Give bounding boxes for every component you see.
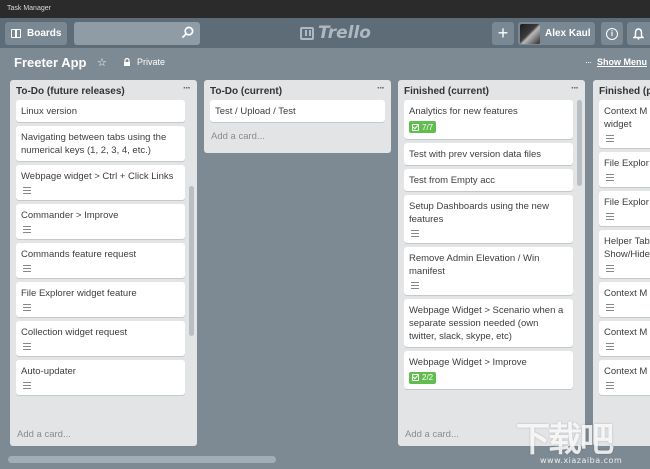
card[interactable]: Linux version	[16, 100, 185, 122]
card[interactable]: Remove Admin Elevation / Win manifest	[404, 246, 573, 295]
card-list: Analytics for new features 7/7 Test with…	[398, 100, 585, 424]
board-scrollbar[interactable]	[8, 456, 276, 463]
app-header: Boards Trello + Alex Kaul i	[0, 18, 650, 48]
description-icon	[23, 343, 31, 350]
description-icon	[606, 135, 614, 142]
card[interactable]: Test with prev version data files	[404, 142, 573, 165]
card[interactable]: Context M	[599, 282, 650, 317]
card-list: Linux version Navigating between tabs us…	[10, 100, 197, 424]
trello-logo-icon	[300, 26, 314, 40]
star-icon[interactable]: ☆	[97, 56, 107, 69]
info-icon: i	[606, 27, 618, 40]
add-card-button[interactable]: Add a card...	[204, 126, 391, 148]
user-menu-button[interactable]: Alex Kaul	[518, 22, 595, 45]
list-title[interactable]: Finished (current) ···	[398, 80, 585, 100]
card[interactable]: Webpage Widget > Improve 2/2	[404, 350, 573, 389]
card[interactable]: Helper Tab Show/Hide	[599, 230, 650, 278]
more-icon: ···	[585, 57, 592, 67]
trello-logo[interactable]: Trello	[300, 23, 371, 43]
description-icon	[606, 343, 614, 350]
description-icon	[411, 229, 419, 237]
search-input[interactable]	[74, 22, 200, 45]
boards-icon	[11, 29, 21, 38]
description-icon	[23, 382, 31, 389]
info-button[interactable]: i	[601, 22, 623, 45]
card[interactable]: Test / Upload / Test	[210, 100, 385, 122]
list-menu-icon[interactable]: ···	[571, 83, 579, 94]
checklist-icon	[412, 123, 419, 131]
show-menu-link[interactable]: Show Menu	[597, 57, 647, 67]
list-todo-current: To-Do (current) ··· Test / Upload / Test…	[204, 80, 391, 153]
description-icon	[23, 304, 31, 311]
boards-label: Boards	[27, 28, 62, 39]
watermark: 下载吧 www.xiazaiba.com	[512, 412, 650, 469]
visibility-button[interactable]: Private	[137, 57, 165, 67]
add-button[interactable]: +	[492, 22, 514, 45]
checklist-badge: 2/2	[409, 371, 437, 384]
list-title[interactable]: To-Do (current) ···	[204, 80, 391, 100]
watermark-text: 下载吧	[516, 420, 614, 460]
card[interactable]: File Explorer widget feature	[16, 282, 185, 317]
card[interactable]: Auto-updater	[16, 360, 185, 395]
card[interactable]: Collection widget request	[16, 321, 185, 356]
description-icon	[411, 281, 419, 289]
list-finished-previous: Finished (p Context M widget File Explor…	[593, 80, 650, 446]
checklist-icon	[412, 374, 419, 381]
description-icon	[606, 304, 614, 311]
avatar	[520, 23, 540, 44]
card[interactable]: Webpage widget > Ctrl + Click Links	[16, 165, 185, 200]
lock-icon	[124, 58, 130, 66]
card-list: Context M widget File Explor File Explor…	[593, 100, 650, 430]
description-icon	[23, 265, 31, 272]
list-menu-icon[interactable]: ···	[377, 83, 385, 94]
boards-button[interactable]: Boards	[5, 22, 67, 45]
card-list: Test / Upload / Test	[204, 100, 391, 126]
description-icon	[606, 265, 614, 272]
card[interactable]: Analytics for new features 7/7	[404, 100, 573, 139]
card[interactable]: Commands feature request	[16, 243, 185, 278]
window-title: Task Manager	[0, 0, 650, 18]
user-name: Alex Kaul	[545, 28, 591, 39]
notifications-button[interactable]	[627, 22, 650, 45]
list-scrollbar[interactable]	[189, 186, 194, 336]
board-title[interactable]: Freeter App	[14, 55, 86, 70]
list-todo-future: To-Do (future releases) ··· Linux versio…	[10, 80, 197, 446]
description-icon	[606, 213, 614, 220]
logo-text: Trello	[318, 23, 371, 43]
list-title[interactable]: To-Do (future releases) ···	[10, 80, 197, 100]
add-card-button[interactable]: Add a card...	[10, 424, 197, 446]
card[interactable]: Context M	[599, 321, 650, 356]
card[interactable]: File Explor	[599, 152, 650, 187]
watermark-url: www.xiazaiba.com	[540, 456, 623, 465]
checklist-badge: 7/7	[409, 121, 437, 133]
description-icon	[606, 174, 614, 181]
description-icon	[606, 382, 614, 389]
description-icon	[23, 226, 31, 233]
description-icon	[23, 187, 31, 194]
list-menu-icon[interactable]: ···	[183, 83, 191, 94]
list-finished-current: Finished (current) ··· Analytics for new…	[398, 80, 585, 446]
card[interactable]: Commander > Improve	[16, 204, 185, 239]
card[interactable]: Navigating between tabs using the numeri…	[16, 126, 185, 161]
bell-icon	[633, 27, 644, 40]
card[interactable]: File Explor	[599, 191, 650, 226]
search-icon[interactable]	[181, 26, 194, 39]
card[interactable]: Context M widget	[599, 100, 650, 148]
card[interactable]: Test from Empty acc	[404, 168, 573, 191]
list-title[interactable]: Finished (p	[593, 80, 650, 100]
card[interactable]: Context M	[599, 360, 650, 395]
card[interactable]: Setup Dashboards using the new features	[404, 194, 573, 243]
list-scrollbar[interactable]	[577, 100, 582, 186]
card[interactable]: Webpage Widget > Scenario when a separat…	[404, 298, 573, 347]
